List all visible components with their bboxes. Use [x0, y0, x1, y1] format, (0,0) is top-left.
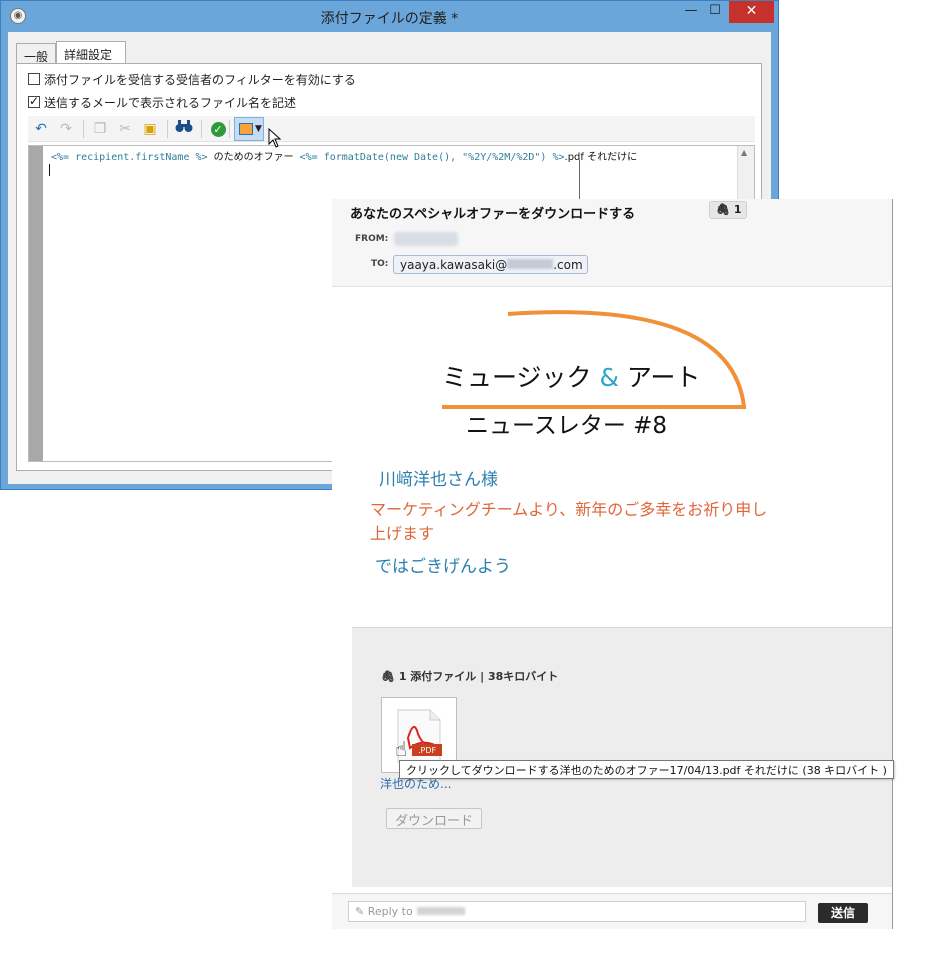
paperclip-icon: 🖇: [716, 203, 730, 216]
toolbar-separator: [167, 120, 168, 138]
text-caret: [49, 164, 50, 176]
redacted-name: [416, 907, 465, 915]
checkbox-checked[interactable]: [28, 94, 40, 108]
recipient-chip[interactable]: yaaya.kawasaki@ .com: [393, 255, 588, 274]
paste-icon[interactable]: ▣: [140, 119, 160, 139]
binoculars-icon: [175, 120, 193, 132]
attachments-section: 🖇 1 添付ファイル | 38キロバイト .PDF 洋也のため... ダウンロー…: [352, 627, 892, 887]
code-expression: <%= recipient.firstName %>: [51, 152, 208, 163]
attachments-count-text: 1 添付ファイル: [398, 670, 477, 683]
filename-label: 送信するメールで表示されるファイル名を記述: [44, 96, 297, 110]
download-button[interactable]: ダウンロード: [386, 808, 483, 829]
tab-general[interactable]: 一般: [16, 43, 56, 64]
reply-placeholder: Reply to: [367, 905, 413, 918]
editor-gutter: [29, 146, 43, 461]
pencil-icon: ✎: [355, 905, 365, 918]
greeting-text: 川﨑洋也さん様: [379, 470, 498, 490]
code-text: .pdf それだけに: [564, 152, 638, 163]
hand-pointer-icon: ☝: [395, 737, 408, 761]
editor-toolbar: ↶ ↷ ❐ ✂ ▣ ✓ ▼: [28, 116, 755, 142]
insert-field-button[interactable]: ▼: [234, 117, 264, 141]
toolbar-separator: [229, 120, 230, 138]
to-label: TO:: [371, 259, 389, 269]
email-subject: あなたのスペシャルオファーをダウンロードする: [350, 207, 636, 222]
minimize-button[interactable]: —: [681, 1, 701, 23]
attachments-summary: 🖇 1 添付ファイル | 38キロバイト: [381, 670, 559, 683]
attachment-tooltip: クリックしてダウンロードする洋也のためのオファー17/04/13.pdf それだ…: [399, 760, 894, 779]
tab-advanced-settings[interactable]: 詳細設定: [56, 41, 126, 63]
mouse-pointer-icon: [268, 128, 282, 148]
filename-checkbox[interactable]: 送信するメールで表示されるファイル名を記述: [28, 94, 296, 110]
checkbox-unchecked[interactable]: [28, 73, 40, 85]
from-value-redacted: [394, 232, 458, 246]
message-text: マーケティングチームより、新年のご多幸をお祈り申し上げます: [370, 500, 768, 540]
title-bar[interactable]: ◉ 添付ファイルの定義 * — ☐ ✕: [1, 1, 778, 32]
window-title: 添付ファイルの定義 *: [320, 11, 459, 27]
svg-text:.PDF: .PDF: [418, 746, 437, 755]
closing-text: ではごきげんよう: [375, 557, 511, 577]
toolbar-separator: [201, 120, 202, 138]
cut-icon[interactable]: ✂: [115, 119, 135, 139]
insert-field-icon: [239, 123, 253, 135]
logo-arc: [442, 310, 747, 409]
find-icon[interactable]: [174, 119, 194, 139]
attachment-count-badge[interactable]: 🖇 1: [709, 201, 747, 219]
recipient-suffix: .com: [553, 258, 583, 272]
chevron-down-icon: ▼: [255, 124, 262, 134]
code-text: のためのオファー: [213, 152, 294, 163]
undo-icon[interactable]: ↶: [31, 119, 51, 139]
logo-title-line2: ニュースレター #8: [466, 413, 667, 439]
redacted-domain: [507, 259, 554, 269]
copy-icon[interactable]: ❐: [90, 119, 110, 139]
close-button[interactable]: ✕: [729, 1, 774, 23]
email-header: あなたのスペシャルオファーをダウンロードする 🖇 1 FROM: TO: yaa…: [332, 199, 892, 287]
scroll-up-icon[interactable]: ▲: [741, 148, 747, 157]
recipient-prefix: yaaya.kawasaki@: [400, 258, 508, 272]
toolbar-separator: [83, 120, 84, 138]
connector-line: [579, 160, 580, 200]
code-expression: <%= formatDate(new Date(), "%2Y/%2M/%2D"…: [299, 152, 565, 163]
attachment-count: 1: [733, 203, 742, 216]
newsletter-logo: ミュージック & アート ニュースレター #8: [442, 310, 747, 439]
recipient-filter-checkbox[interactable]: 添付ファイルを受信する受信者のフィルターを有効にする: [28, 71, 356, 87]
from-label: FROM:: [355, 234, 389, 244]
logo-title-line1: ミュージック & アート: [442, 363, 700, 392]
editor-code-line: <%= recipient.firstName %> のためのオファー <%= …: [51, 148, 637, 163]
redo-icon[interactable]: ↷: [56, 119, 76, 139]
check-icon[interactable]: ✓: [208, 119, 228, 139]
recipient-filter-label: 添付ファイルを受信する受信者のフィルターを有効にする: [44, 73, 356, 87]
reply-input[interactable]: ✎ Reply to: [348, 901, 806, 922]
paperclip-icon: 🖇: [381, 670, 395, 683]
send-button[interactable]: 送信: [818, 903, 868, 923]
maximize-button[interactable]: ☐: [705, 1, 725, 23]
reply-bar: ✎ Reply to 送信: [332, 893, 892, 929]
attachments-size-text: 38キロバイト: [487, 670, 559, 683]
email-preview: あなたのスペシャルオファーをダウンロードする 🖇 1 FROM: TO: yaa…: [332, 199, 894, 929]
